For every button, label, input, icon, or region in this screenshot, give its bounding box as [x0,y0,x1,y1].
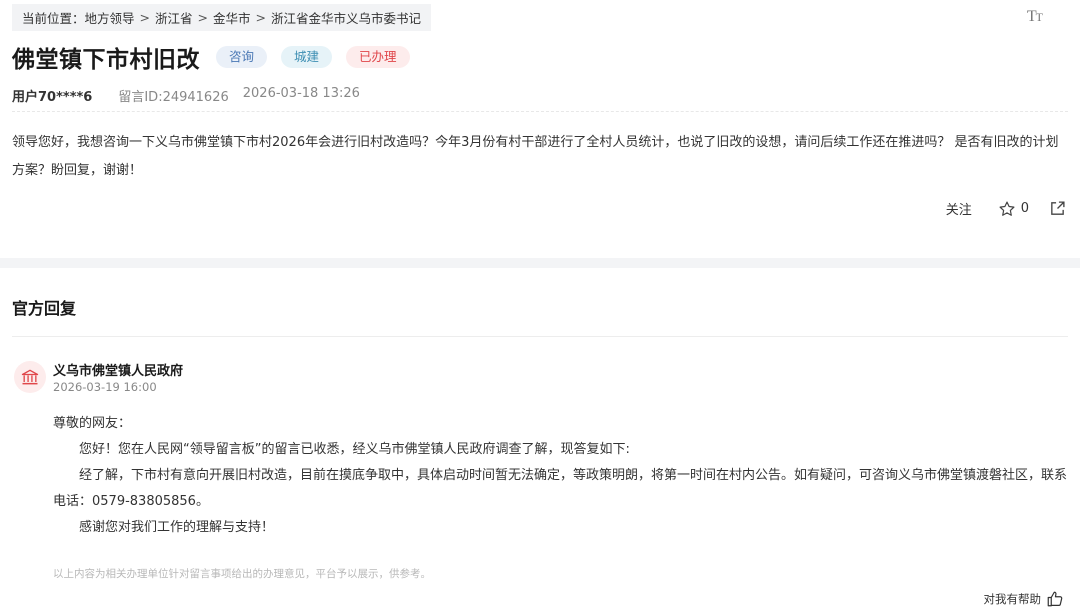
reply-paragraph: 感谢您对我们工作的理解与支持！ [79,520,275,535]
reply-date: 2026-03-19 16:00 [53,380,157,394]
helpful-label: 对我有帮助 [983,592,1042,606]
reply-paragraph: 您好！您在人民网“领导留言板”的留言已收悉，经义乌市佛堂镇人民政府调查了解，现答… [79,442,630,457]
government-building-icon [14,361,46,393]
breadcrumb-item-leaders[interactable]: 地方领导 [85,8,135,27]
tag-category: 城建 [281,46,333,68]
question-text: 领导您好，我想咨询一下义乌市佛堂镇下市村2026年会进行旧村改造吗？今年3月份有… [12,135,1059,178]
star-count: 0 [1020,201,1029,216]
tag-type: 咨询 [216,46,268,68]
building-icon [21,369,39,385]
user-name: 用户70****6 [12,90,93,105]
breadcrumb: 当前位置： 地方领导 > 浙江省 > 金华市 > 浙江省金华市义乌市委书记 [12,4,432,31]
breadcrumb-item-leader[interactable]: 浙江省金华市义乌市委书记 [271,8,421,27]
reply-body: 尊敬的网友： 您好！您在人民网“领导留言板”的留言已收悉，经义乌市佛堂镇人民政府… [53,411,1069,541]
action-bar: 关注 0 [946,199,1066,218]
font-size-toggle-icon[interactable]: TT [1027,8,1043,26]
breadcrumb-separator: > [197,10,209,25]
follow-button[interactable]: 关注 [946,199,972,218]
message-meta: 用户70****6 留言ID:24941626 2026-03-18 13:26 [12,86,360,105]
message-datetime: 2026-03-18 13:26 [242,86,360,101]
star-icon [999,201,1015,216]
divider [12,336,1068,337]
message-id: 留言ID:24941626 [118,90,229,105]
breadcrumb-item-province[interactable]: 浙江省 [155,8,193,27]
reply-disclaimer: 以上内容为相关办理单位针对留言事项给出的办理意见，平台予以展示，供参考。 [53,568,431,580]
reply-greeting: 尊敬的网友： [53,416,132,431]
reply-org-name: 义乌市佛堂镇人民政府 [53,364,184,379]
reply-paragraph: 经了解，下市村有意向开展旧村改造，目前在摸底争取中，具体启动时间暂无法确定，等政… [53,468,1068,509]
share-icon [1051,201,1065,215]
official-reply-heading: 官方回复 [12,299,77,318]
divider [12,111,1068,112]
page-title: 佛堂镇下市村旧改 [12,47,200,73]
status-badge: 已办理 [346,46,410,68]
breadcrumb-item-city[interactable]: 金华市 [213,8,251,27]
thumbs-up-icon [1047,591,1063,607]
section-separator [0,258,1080,268]
title-row: 佛堂镇下市村旧改 咨询 城建 已办理 [12,40,410,74]
breadcrumb-separator: > [139,10,151,25]
helpful-button[interactable]: 对我有帮助 [984,590,1065,608]
message-detail-page: 当前位置： 地方领导 > 浙江省 > 金华市 > 浙江省金华市义乌市委书记 TT… [0,0,1080,612]
star-button[interactable]: 0 [998,200,1029,218]
breadcrumb-prefix: 当前位置： [22,11,85,26]
share-button[interactable] [1049,200,1066,217]
breadcrumb-separator: > [255,10,267,25]
